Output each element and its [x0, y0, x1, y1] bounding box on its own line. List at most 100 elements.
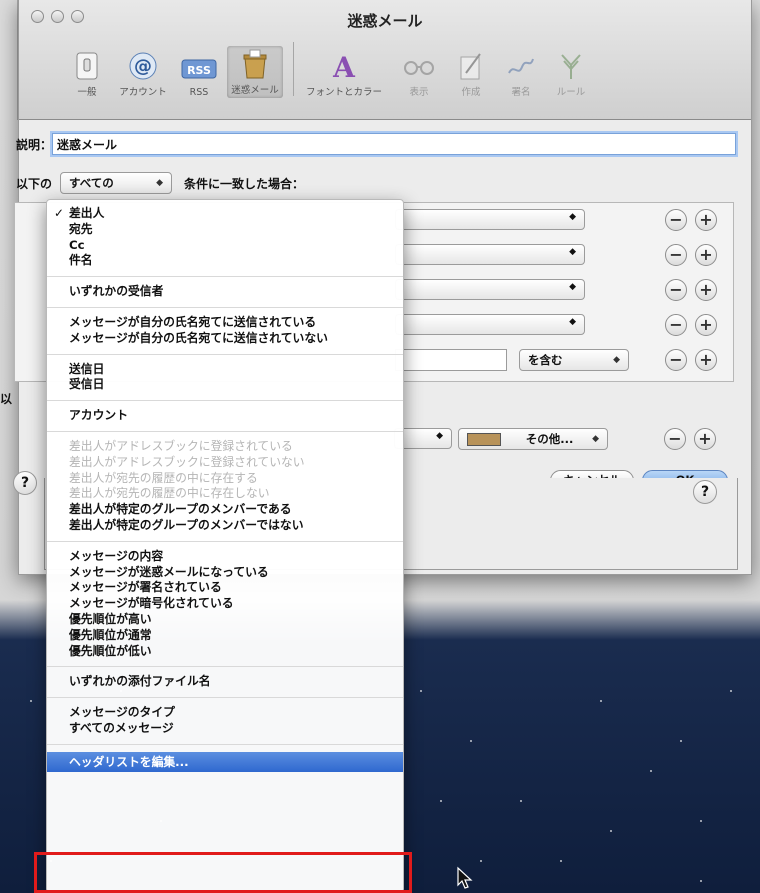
- add-condition-button[interactable]: +: [695, 244, 717, 266]
- menu-item[interactable]: メッセージのタイプ: [47, 705, 403, 721]
- edit-header-list-item[interactable]: ヘッダリストを編集...: [47, 751, 403, 772]
- help-button[interactable]: ?: [693, 480, 717, 504]
- menu-item[interactable]: メッセージが暗号化されている: [47, 596, 403, 612]
- add-condition-button[interactable]: +: [695, 209, 717, 231]
- condition-field-select[interactable]: ◆: [395, 244, 585, 265]
- menu-item[interactable]: 優先順位が高い: [47, 612, 403, 628]
- condition-field-select[interactable]: ◆: [395, 279, 585, 300]
- menu-separator: [47, 276, 403, 278]
- color-swatch: [467, 432, 501, 446]
- menu-item-label: メッセージが自分の氏名宛てに送信されていない: [69, 330, 328, 345]
- remove-condition-button[interactable]: −: [665, 314, 687, 336]
- condition-text-input[interactable]: [395, 349, 507, 371]
- toolbar-composing[interactable]: 作成: [446, 48, 496, 98]
- menu-item-label: 差出人がアドレスブックに登録されている: [69, 438, 293, 453]
- menu-item[interactable]: 受信日: [47, 377, 403, 393]
- menu-item-label: 優先順位が高い: [69, 611, 152, 626]
- add-condition-button[interactable]: +: [695, 279, 717, 301]
- menu-item[interactable]: 差出人が特定のグループのメンバーではない: [47, 518, 403, 534]
- menu-item[interactable]: 宛先: [47, 222, 403, 238]
- help-button[interactable]: ?: [13, 471, 37, 495]
- menu-separator: [47, 540, 403, 542]
- toolbar-viewing[interactable]: 表示: [392, 48, 446, 98]
- remove-condition-button[interactable]: −: [665, 244, 687, 266]
- remove-condition-button[interactable]: −: [665, 279, 687, 301]
- toolbar-label: 迷惑メール: [231, 85, 279, 96]
- menu-item-label: 送信日: [69, 361, 105, 376]
- toolbar-label: 署名: [511, 87, 531, 98]
- toolbar-signatures[interactable]: 署名: [496, 48, 546, 98]
- menu-item-label: 差出人が宛先の履歴の中に存在する: [69, 470, 258, 485]
- star: [610, 830, 612, 832]
- mouse-pointer-icon: [457, 866, 473, 889]
- condition-field-select[interactable]: ◆: [395, 314, 585, 335]
- updown-arrow-icon: ◆: [613, 355, 620, 365]
- updown-arrow-icon: ◆: [569, 282, 576, 292]
- menu-item[interactable]: ✓ 差出人: [47, 206, 403, 222]
- window-title: 迷惑メール: [347, 12, 423, 30]
- toolbar-fonts-colors[interactable]: A フォントとカラー: [304, 48, 384, 98]
- description-input[interactable]: 迷惑メール: [52, 133, 736, 155]
- updown-arrow-icon: ◆: [436, 431, 443, 441]
- menu-item: 差出人が宛先の履歴の中に存在しない: [47, 486, 403, 502]
- menu-item[interactable]: 優先順位が低い: [47, 644, 403, 660]
- toolbar-rules[interactable]: ルール: [546, 48, 596, 98]
- menu-separator: [47, 353, 403, 355]
- menu-item[interactable]: すべてのメッセージ: [47, 721, 403, 737]
- menu-item-label: メッセージが自分の氏名宛てに送信されている: [69, 314, 317, 329]
- menu-item: 差出人が宛先の履歴の中に存在する: [47, 471, 403, 487]
- general-switch-icon: [59, 48, 115, 84]
- menu-item[interactable]: メッセージが自分の氏名宛てに送信されていない: [47, 331, 403, 347]
- menu-item[interactable]: メッセージが署名されている: [47, 580, 403, 596]
- toolbar-rss[interactable]: RSS RSS: [171, 51, 227, 98]
- remove-condition-button[interactable]: −: [665, 349, 687, 371]
- menu-item[interactable]: メッセージの内容: [47, 549, 403, 565]
- description-label: 説明：: [16, 137, 53, 152]
- menu-item: 差出人がアドレスブックに登録されていない: [47, 455, 403, 471]
- add-condition-button[interactable]: +: [695, 349, 717, 371]
- menu-item[interactable]: 件名: [47, 253, 403, 269]
- toolbar-accounts[interactable]: @ アカウント: [115, 48, 171, 98]
- fonts-colors-icon: A: [304, 48, 384, 84]
- menu-item[interactable]: メッセージが自分の氏名宛てに送信されている: [47, 315, 403, 331]
- menu-item[interactable]: いずれかの添付ファイル名: [47, 674, 403, 690]
- condition-prefix: 以下の: [16, 176, 53, 191]
- toolbar-label: RSS: [189, 87, 209, 98]
- menu-item[interactable]: アカウント: [47, 408, 403, 424]
- menu-item[interactable]: Cc: [47, 238, 403, 254]
- remove-condition-button[interactable]: −: [665, 209, 687, 231]
- color-select[interactable]: その他... ◆: [458, 428, 608, 450]
- menu-item[interactable]: いずれかの受信者: [47, 284, 403, 300]
- toolbar-general[interactable]: 一般: [59, 48, 115, 98]
- menu-separator: [47, 666, 403, 668]
- star: [700, 880, 702, 882]
- titlebar: 迷惑メール 一般 @ アカウント RSS RSS 迷惑メール A フォントとカラ…: [19, 0, 751, 120]
- toolbar-junk-mail[interactable]: 迷惑メール: [227, 46, 283, 98]
- star: [700, 820, 702, 822]
- toolbar-label: アカウント: [119, 87, 167, 98]
- operator-select-value: を含む: [528, 353, 563, 367]
- menu-item[interactable]: 差出人が特定のグループのメンバーである: [47, 502, 403, 518]
- updown-arrow-icon: ◆: [569, 317, 576, 327]
- help-label: ?: [20, 475, 30, 491]
- operator-select[interactable]: を含む ◆: [519, 349, 629, 371]
- menu-item-label: いずれかの添付ファイル名: [69, 674, 211, 689]
- background-window: [0, 0, 18, 120]
- menu-separator: [47, 400, 403, 402]
- menu-item[interactable]: 優先順位が通常: [47, 628, 403, 644]
- remove-action-button[interactable]: −: [664, 428, 686, 450]
- toolbar-label: 作成: [461, 87, 481, 98]
- signature-icon: [496, 48, 546, 84]
- add-condition-button[interactable]: +: [695, 314, 717, 336]
- updown-arrow-icon: ◆: [569, 247, 576, 257]
- menu-item[interactable]: メッセージが迷惑メールになっている: [47, 565, 403, 581]
- menu-item-label: 差出人がアドレスブックに登録されていない: [69, 454, 305, 469]
- menu-item-label: 優先順位が低い: [69, 643, 152, 658]
- menu-item-label: 差出人が特定のグループのメンバーではない: [69, 517, 304, 532]
- condition-field-select[interactable]: ◆: [395, 209, 585, 230]
- add-action-button[interactable]: +: [694, 428, 716, 450]
- menu-item-label: 件名: [69, 253, 93, 268]
- actions-label-partial: 以: [0, 392, 13, 406]
- condition-select[interactable]: すべての ◆: [60, 172, 173, 194]
- menu-item[interactable]: 送信日: [47, 362, 403, 378]
